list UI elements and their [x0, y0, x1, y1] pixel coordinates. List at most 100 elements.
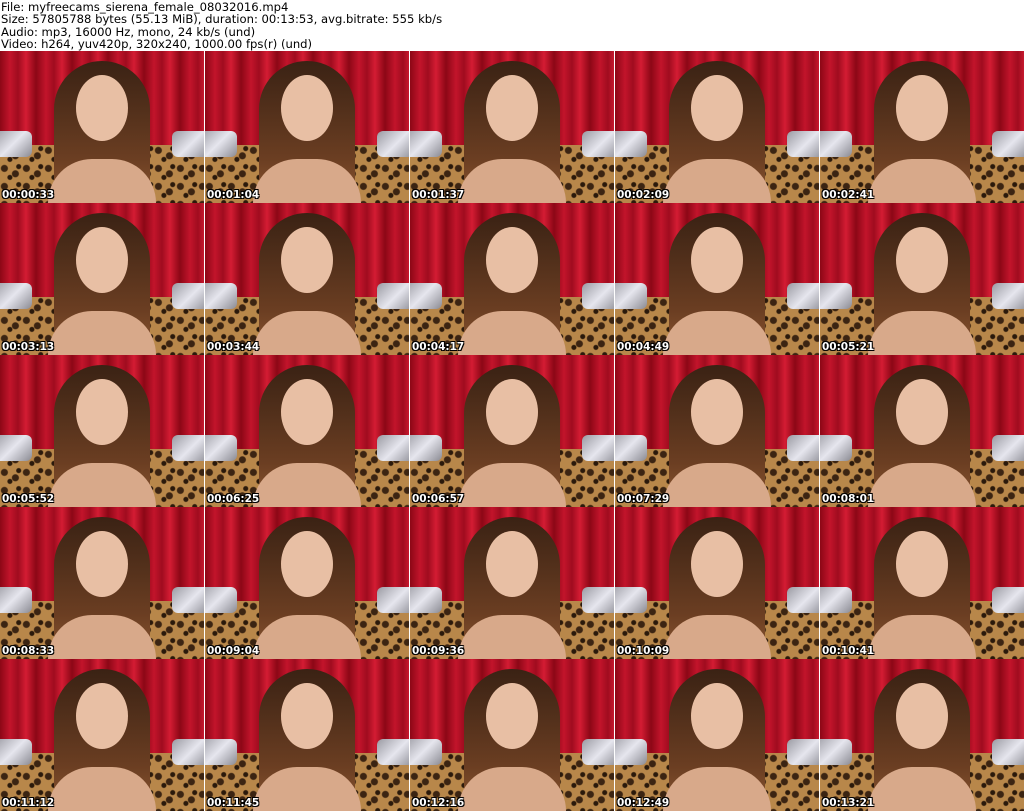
timestamp-label: 00:12:16 — [412, 797, 465, 809]
video-thumbnail[interactable]: 00:02:09 — [615, 51, 819, 203]
silver-pillow — [172, 587, 204, 614]
video-thumbnail[interactable]: 00:06:57 — [410, 355, 614, 507]
silver-pillow — [992, 435, 1024, 462]
person-placeholder — [663, 55, 771, 203]
person-placeholder — [458, 55, 566, 203]
silver-pillow — [615, 131, 647, 158]
timestamp-label: 00:09:04 — [207, 645, 260, 657]
timestamp-label: 00:01:37 — [412, 189, 465, 201]
video-thumbnail[interactable]: 00:01:04 — [205, 51, 409, 203]
video-thumbnail[interactable]: 00:08:01 — [820, 355, 1024, 507]
video-thumbnail[interactable]: 00:04:17 — [410, 203, 614, 355]
person-placeholder — [868, 663, 976, 811]
person-placeholder — [663, 511, 771, 659]
file-info-header: File: myfreecams_sierena_female_08032016… — [0, 0, 1024, 50]
person-placeholder — [253, 663, 361, 811]
silver-pillow — [205, 587, 237, 614]
silver-pillow — [410, 131, 442, 158]
video-thumbnail[interactable]: 00:00:33 — [0, 51, 204, 203]
silver-pillow — [0, 283, 32, 310]
timestamp-label: 00:13:21 — [822, 797, 875, 809]
timestamp-label: 00:10:41 — [822, 645, 875, 657]
video-thumbnail[interactable]: 00:12:49 — [615, 659, 819, 811]
timestamp-label: 00:02:41 — [822, 189, 875, 201]
video-thumbnail[interactable]: 00:02:41 — [820, 51, 1024, 203]
silver-pillow — [205, 739, 237, 766]
video-thumbnail[interactable]: 00:06:25 — [205, 355, 409, 507]
person-placeholder — [253, 359, 361, 507]
video-thumbnail[interactable]: 00:11:12 — [0, 659, 204, 811]
person-placeholder — [458, 207, 566, 355]
person-placeholder — [48, 55, 156, 203]
silver-pillow — [615, 283, 647, 310]
silver-pillow — [787, 587, 819, 614]
timestamp-label: 00:05:52 — [2, 493, 55, 505]
video-thumbnail[interactable]: 00:13:21 — [820, 659, 1024, 811]
person-placeholder — [663, 663, 771, 811]
silver-pillow — [172, 283, 204, 310]
person-placeholder — [253, 511, 361, 659]
silver-pillow — [820, 587, 852, 614]
timestamp-label: 00:00:33 — [2, 189, 55, 201]
person-placeholder — [48, 511, 156, 659]
silver-pillow — [0, 435, 32, 462]
timestamp-label: 00:02:09 — [617, 189, 670, 201]
silver-pillow — [582, 739, 614, 766]
timestamp-label: 00:04:49 — [617, 341, 670, 353]
silver-pillow — [377, 131, 409, 158]
timestamp-label: 00:08:01 — [822, 493, 875, 505]
silver-pillow — [0, 131, 32, 158]
video-thumbnail[interactable]: 00:03:13 — [0, 203, 204, 355]
person-placeholder — [48, 207, 156, 355]
video-thumbnail[interactable]: 00:10:09 — [615, 507, 819, 659]
silver-pillow — [205, 435, 237, 462]
silver-pillow — [410, 283, 442, 310]
person-placeholder — [458, 359, 566, 507]
silver-pillow — [787, 131, 819, 158]
person-placeholder — [253, 207, 361, 355]
silver-pillow — [820, 435, 852, 462]
person-placeholder — [48, 663, 156, 811]
person-placeholder — [868, 359, 976, 507]
silver-pillow — [377, 739, 409, 766]
silver-pillow — [205, 283, 237, 310]
video-thumbnail[interactable]: 00:09:36 — [410, 507, 614, 659]
silver-pillow — [992, 587, 1024, 614]
person-placeholder — [868, 55, 976, 203]
video-thumbnail[interactable]: 00:12:16 — [410, 659, 614, 811]
timestamp-label: 00:08:33 — [2, 645, 55, 657]
video-thumbnail[interactable]: 00:11:45 — [205, 659, 409, 811]
video-thumbnail[interactable]: 00:03:44 — [205, 203, 409, 355]
silver-pillow — [820, 739, 852, 766]
video-thumbnail[interactable]: 00:04:49 — [615, 203, 819, 355]
timestamp-label: 00:03:44 — [207, 341, 260, 353]
person-placeholder — [458, 663, 566, 811]
timestamp-label: 00:10:09 — [617, 645, 670, 657]
silver-pillow — [0, 587, 32, 614]
thumbnail-grid: 00:00:33 00:01:04 00:01:37 00:02:09 00:02:41… — [0, 51, 1024, 811]
timestamp-label: 00:06:57 — [412, 493, 465, 505]
silver-pillow — [377, 283, 409, 310]
silver-pillow — [787, 283, 819, 310]
person-placeholder — [48, 359, 156, 507]
video-thumbnail[interactable]: 00:09:04 — [205, 507, 409, 659]
silver-pillow — [582, 435, 614, 462]
file-size-line: Size: 57805788 bytes (55.13 MiB), durati… — [1, 12, 443, 27]
video-thumbnail[interactable]: 00:08:33 — [0, 507, 204, 659]
timestamp-label: 00:01:04 — [207, 189, 260, 201]
silver-pillow — [615, 435, 647, 462]
timestamp-label: 00:05:21 — [822, 341, 875, 353]
silver-pillow — [377, 587, 409, 614]
silver-pillow — [615, 587, 647, 614]
video-thumbnail[interactable]: 00:07:29 — [615, 355, 819, 507]
silver-pillow — [992, 739, 1024, 766]
person-placeholder — [253, 55, 361, 203]
video-thumbnail[interactable]: 00:10:41 — [820, 507, 1024, 659]
video-thumbnail[interactable]: 00:05:52 — [0, 355, 204, 507]
silver-pillow — [205, 131, 237, 158]
video-thumbnail[interactable]: 00:05:21 — [820, 203, 1024, 355]
silver-pillow — [410, 739, 442, 766]
silver-pillow — [582, 283, 614, 310]
video-thumbnail[interactable]: 00:01:37 — [410, 51, 614, 203]
video-info-line: Video: h264, yuv420p, 320x240, 1000.00 f… — [1, 36, 313, 51]
